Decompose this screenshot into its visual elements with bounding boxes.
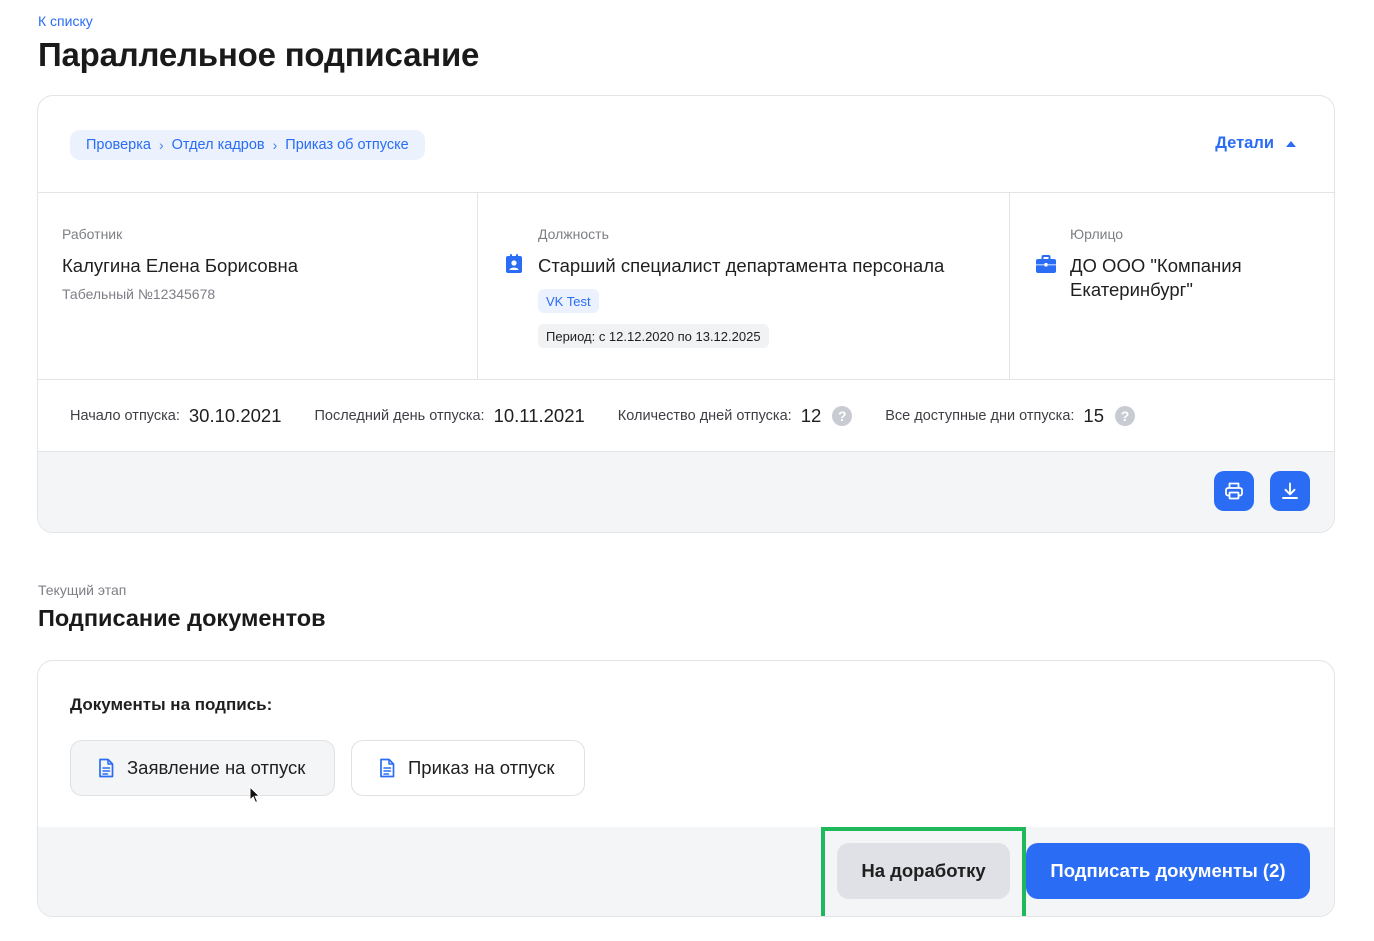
- breadcrumb-item-hr[interactable]: Отдел кадров: [172, 137, 265, 153]
- download-icon: [1282, 482, 1298, 499]
- breadcrumb-separator: ›: [272, 137, 278, 153]
- printer-icon: [1225, 482, 1243, 500]
- position-label: Должность: [538, 226, 609, 242]
- employee-label: Работник: [62, 226, 123, 242]
- document-vacation-application[interactable]: Заявление на отпуск: [70, 740, 335, 796]
- document-label: Приказ на отпуск: [408, 757, 555, 778]
- sign-documents-button[interactable]: Подписать документы (2): [1026, 843, 1310, 899]
- help-icon[interactable]: ?: [1115, 405, 1135, 426]
- stat-days: Количество дней отпуска: 12 ?: [617, 404, 853, 427]
- breadcrumb-item-check[interactable]: Проверка: [86, 137, 151, 153]
- page: К списку Параллельное подписание Проверк…: [0, 0, 1374, 941]
- back-to-list-link[interactable]: К списку: [38, 13, 93, 29]
- document-label: Заявление на отпуск: [127, 757, 306, 778]
- entity-column: Юрлицо ДО ООО "Компания Екатеринбург": [1010, 193, 1334, 379]
- vacation-info-card: Проверка › Отдел кадров › Приказ об отпу…: [37, 95, 1335, 533]
- stat-days-label: Количество дней отпуска:: [617, 407, 792, 424]
- document-icon: [380, 758, 395, 778]
- briefcase-icon: [1036, 255, 1056, 273]
- employee-tab-number: Табельный №12345678: [62, 286, 216, 302]
- stat-days-value: 12: [800, 404, 822, 426]
- stat-start-label: Начало отпуска:: [70, 407, 180, 424]
- details-toggle-button[interactable]: Детали: [1215, 134, 1296, 153]
- documents-actions-footer: На доработку Подписать документы (2): [38, 827, 1334, 916]
- stat-end-label: Последний день отпуска:: [314, 407, 485, 424]
- stat-end-value: 10.11.2021: [493, 404, 585, 426]
- position-title: Старший специалист департамента персонал…: [538, 255, 945, 276]
- position-column: Должность Старший специалист департамент…: [478, 193, 1010, 379]
- card-actions-footer: [38, 452, 1334, 532]
- document-vacation-order[interactable]: Приказ на отпуск: [351, 740, 585, 796]
- stat-end: Последний день отпуска: 10.11.2021: [314, 405, 584, 427]
- help-icon[interactable]: ?: [832, 405, 853, 426]
- vacation-stats-row: Начало отпуска: 30.10.2021 Последний ден…: [38, 380, 1334, 452]
- period-tag: Период: с 12.12.2020 по 13.12.2025: [538, 324, 769, 348]
- documents-card: Документы на подпись: Заявление на отпус…: [37, 660, 1335, 917]
- stat-start-value: 30.10.2021: [188, 404, 282, 426]
- entity-label: Юрлицо: [1070, 226, 1124, 242]
- page-title: Параллельное подписание: [38, 36, 480, 73]
- documents-title: Документы на подпись:: [70, 695, 273, 714]
- stat-available: Все доступные дни отпуска: 15 ?: [885, 405, 1135, 427]
- stat-available-label: Все доступные дни отпуска:: [885, 407, 1075, 424]
- stage-label: Текущий этап: [38, 582, 127, 598]
- caret-up-icon: [1286, 140, 1296, 147]
- print-button[interactable]: [1214, 471, 1254, 511]
- card-header: Проверка › Отдел кадров › Приказ об отпу…: [38, 96, 1334, 193]
- send-to-rework-button[interactable]: На доработку: [837, 843, 1010, 899]
- stage-title: Подписание документов: [38, 605, 326, 631]
- employee-name: Калугина Елена Борисовна: [62, 255, 299, 276]
- badge-icon: [506, 254, 522, 273]
- stat-available-value: 15: [1083, 404, 1104, 426]
- mouse-cursor-icon: [249, 786, 261, 804]
- info-row: Работник Калугина Елена Борисовна Табель…: [38, 193, 1334, 380]
- document-icon: [99, 758, 114, 778]
- stat-start: Начало отпуска: 30.10.2021: [70, 405, 281, 427]
- breadcrumb-separator: ›: [158, 137, 164, 153]
- breadcrumb: Проверка › Отдел кадров › Приказ об отпу…: [70, 130, 425, 160]
- breadcrumb-item-order[interactable]: Приказ об отпуске: [285, 137, 408, 153]
- details-label: Детали: [1215, 134, 1274, 152]
- company-tag: VK Test: [538, 289, 599, 313]
- download-button[interactable]: [1270, 471, 1310, 511]
- employee-column: Работник Калугина Елена Борисовна Табель…: [38, 193, 478, 379]
- entity-name: ДО ООО "Компания Екатеринбург": [1070, 255, 1242, 300]
